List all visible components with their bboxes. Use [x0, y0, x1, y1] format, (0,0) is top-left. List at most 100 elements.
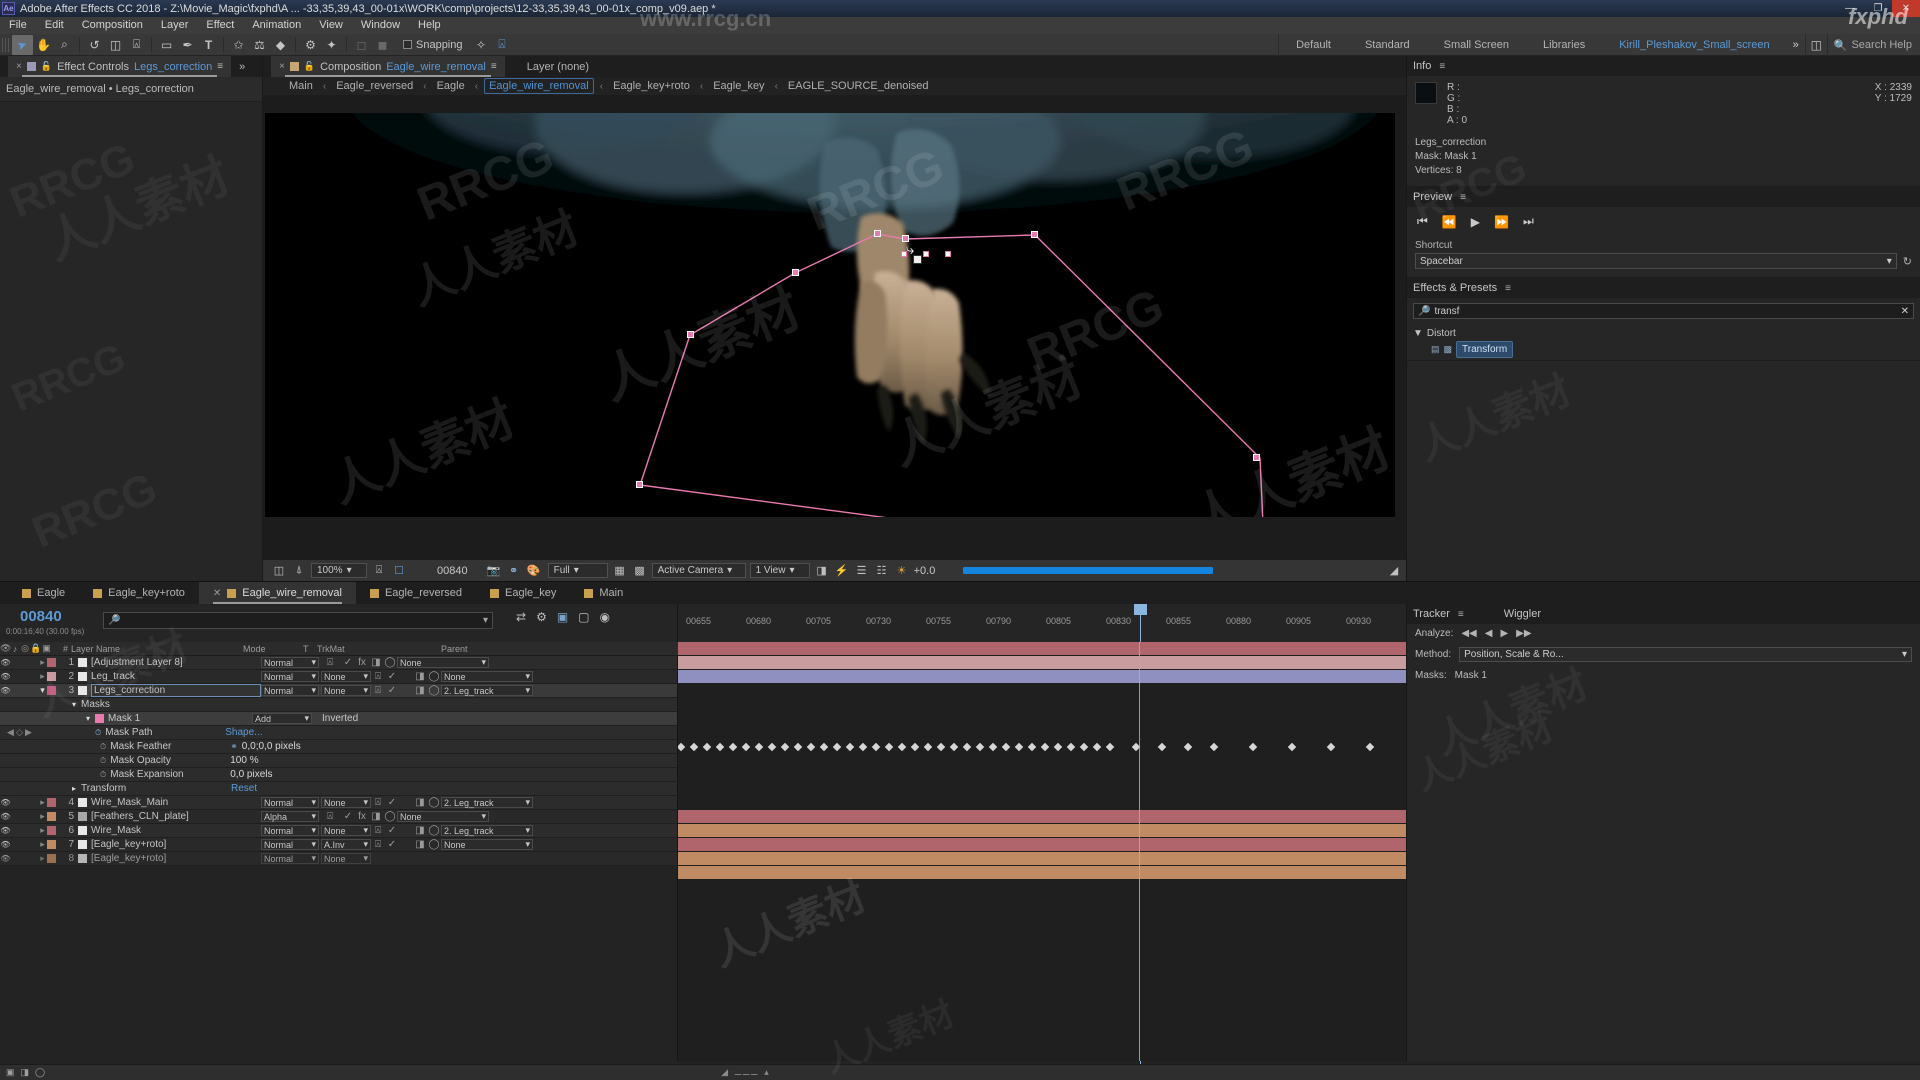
switch-quality-7[interactable]: ✓ — [385, 839, 399, 850]
expand-arrow-5[interactable]: ▸ — [38, 811, 47, 822]
panel-menu-icon-tracker[interactable]: ≡ — [1458, 609, 1464, 620]
expand-arrow-4[interactable]: ▸ — [38, 797, 47, 808]
flowchart-icon[interactable]: ☷ — [874, 563, 890, 579]
layer-trkmat-select-4[interactable]: None ▾ — [321, 797, 371, 808]
expand-arrow-8[interactable]: ▸ — [38, 853, 47, 864]
mask-vertex-6[interactable] — [1253, 454, 1260, 461]
layer-trkmat-select-6[interactable]: None ▾ — [321, 825, 371, 836]
mask-vertex-1[interactable] — [874, 230, 881, 237]
panel-menu-icon-info[interactable]: ≡ — [1439, 61, 1445, 72]
switch-motionblur-5[interactable]: ◯ — [383, 811, 397, 822]
switch-fx-1[interactable]: fx — [355, 657, 369, 668]
workspace-small-screen[interactable]: Small Screen — [1427, 34, 1526, 56]
mask-mode-select[interactable]: Add ▾ — [252, 713, 313, 724]
shortcut-select[interactable]: Spacebar ▾ — [1415, 253, 1897, 269]
stopwatch-icon-mask-path[interactable]: ⏱ — [95, 728, 101, 738]
col-mode-header[interactable]: Mode — [243, 644, 303, 654]
stopwatch-icon-mask-opacity[interactable]: ⏱ — [100, 756, 106, 766]
draft-3d-icon[interactable]: ⚙ — [536, 610, 547, 624]
video-toggle-8[interactable]: 👁 — [0, 854, 11, 863]
switch-motionblur-1[interactable]: ◯ — [383, 657, 397, 668]
label-color-2[interactable] — [47, 672, 56, 681]
switch-frameblend-4[interactable]: ◨ — [413, 797, 427, 808]
snapshot-icon[interactable]: 📷 — [486, 563, 502, 579]
switch-quality-3[interactable]: ✓ — [385, 685, 399, 696]
type-tool[interactable]: T — [198, 35, 219, 55]
layer-trkmat-select-3[interactable]: None ▾ — [321, 685, 371, 696]
layer-parent-select-1[interactable]: None ▾ — [397, 657, 489, 668]
reset-exposure-icon[interactable]: ☀ — [894, 563, 910, 579]
breadcrumb-item-eagle-key[interactable]: Eagle_key — [709, 79, 768, 93]
lock-icon[interactable]: 🔓 — [41, 61, 52, 72]
close-icon[interactable]: × — [16, 61, 22, 72]
layer-name-2[interactable]: Leg_track — [91, 671, 261, 682]
tracker-tab[interactable]: Tracker — [1413, 608, 1450, 620]
hide-shy-icon[interactable]: ▣ — [557, 610, 568, 624]
switch-quality-2[interactable]: ✓ — [385, 671, 399, 682]
switch-quality-6[interactable]: ✓ — [385, 825, 399, 836]
effects-search-input[interactable]: 🔎 transf ✕ — [1413, 303, 1914, 319]
menu-view[interactable]: View — [310, 17, 352, 34]
switch-motionblur-3[interactable]: ◯ — [427, 685, 441, 696]
workspace-standard[interactable]: Standard — [1348, 34, 1427, 56]
masks-group-row[interactable]: ▾ Masks — [0, 698, 677, 712]
wiggler-tab[interactable]: Wiggler — [1504, 608, 1541, 620]
breadcrumb-item-eagle[interactable]: Eagle — [433, 79, 469, 93]
comp-mini-flowchart-icon[interactable]: ⇄ — [516, 610, 526, 624]
transparency-grid-icon[interactable]: ☐ — [391, 563, 407, 579]
channel-rgb-icon[interactable]: 🎨 — [526, 563, 542, 579]
label-color-4[interactable] — [47, 798, 56, 807]
layer-tab-label[interactable]: Layer (none) — [505, 61, 611, 73]
expand-arrow-1[interactable]: ▸ — [38, 657, 47, 668]
zoom-level-select[interactable]: 100% ▾ — [311, 563, 367, 578]
video-toggle-5[interactable]: 👁 — [0, 812, 11, 821]
timeline-zoom-slider[interactable]: ⚊⚊⚊ — [734, 1067, 758, 1078]
property-row[interactable]: ⏱ Mask Expansion 0,0 pixels — [0, 768, 677, 782]
layer-parent-select-5[interactable]: None ▾ — [397, 811, 489, 822]
timeline-tab-eagle-key[interactable]: Eagle_key — [476, 582, 570, 604]
menu-animation[interactable]: Animation — [243, 17, 310, 34]
layer-parent-select-4[interactable]: 2. Leg_track ▾ — [441, 797, 533, 808]
mask-name[interactable]: Mask 1 — [108, 713, 228, 724]
workspace-overflow-button[interactable]: » — [1787, 34, 1805, 56]
menu-effect[interactable]: Effect — [197, 17, 243, 34]
toolbar-grip[interactable] — [2, 37, 9, 52]
table-row[interactable]: 👁 ▸ 2 Leg_track Normal ▾ None ▾ ⍓ ✓ ◨ ◯ No… — [0, 670, 677, 684]
layer-name-7[interactable]: [Eagle_key+roto] — [91, 839, 261, 850]
close-icon-tl[interactable]: ✕ — [213, 588, 221, 599]
switch-quality-5[interactable]: ✓ — [341, 811, 355, 822]
switch-frameblend-6[interactable]: ◨ — [413, 825, 427, 836]
effects-group-distort[interactable]: ▼ Distort — [1413, 326, 1914, 341]
property-name-mask-opacity[interactable]: Mask Opacity — [110, 755, 230, 766]
menu-layer[interactable]: Layer — [152, 17, 198, 34]
video-toggle-6[interactable]: 👁 — [0, 826, 11, 835]
switch-collapse-3[interactable]: ⍓ — [371, 685, 385, 696]
video-toggle-2[interactable]: 👁 — [0, 672, 11, 681]
label-color-3[interactable] — [47, 686, 56, 695]
disclosure-transform-icon[interactable]: ▸ — [72, 784, 76, 793]
expand-arrow-2[interactable]: ▸ — [38, 671, 47, 682]
brush-tool[interactable]: ✩ — [228, 35, 249, 55]
roto-brush-tool[interactable]: ⚙ — [300, 35, 321, 55]
menu-window[interactable]: Window — [352, 17, 409, 34]
reset-icon[interactable]: ↻ — [1903, 255, 1912, 268]
switch-motionblur-4[interactable]: ◯ — [427, 797, 441, 808]
property-name-mask-feather[interactable]: Mask Feather — [110, 741, 230, 752]
playhead-handle[interactable] — [1134, 604, 1147, 615]
keyframe-nav-prev-icon[interactable]: ◀ — [6, 727, 15, 738]
col-layer-name-header[interactable]: Layer Name — [71, 644, 243, 654]
snapping-toggle[interactable]: Snapping — [403, 39, 463, 51]
switch-collapse-4[interactable]: ⍓ — [371, 797, 385, 808]
table-row[interactable]: 👁 ▸ 4 Wire_Mask_Main Normal ▾ None ▾ ⍓ ✓ ◨… — [0, 796, 677, 810]
hand-tool[interactable]: ✋ — [33, 35, 54, 55]
switch-motionblur-7[interactable]: ◯ — [427, 839, 441, 850]
table-row[interactable]: 👁 ▸ 6 Wire_Mask Normal ▾ None ▾ ⍓ ✓ ◨ ◯ 2.… — [0, 824, 677, 838]
zoom-tool[interactable]: ⌕ — [54, 35, 75, 55]
menu-composition[interactable]: Composition — [73, 17, 152, 34]
layer-name-6[interactable]: Wire_Mask — [91, 825, 261, 836]
property-value-mask-feather[interactable]: 0,0;0,0 pixels — [242, 741, 301, 752]
transform-group-row[interactable]: ▸ Transform Reset — [0, 782, 677, 796]
layer-trkmat-select-2[interactable]: None ▾ — [321, 671, 371, 682]
analyze-back-all-icon[interactable]: ◀◀ — [1461, 628, 1476, 639]
effect-controls-tab[interactable]: × 🔓 Effect Controls Legs_correction ≡ — [8, 56, 232, 77]
